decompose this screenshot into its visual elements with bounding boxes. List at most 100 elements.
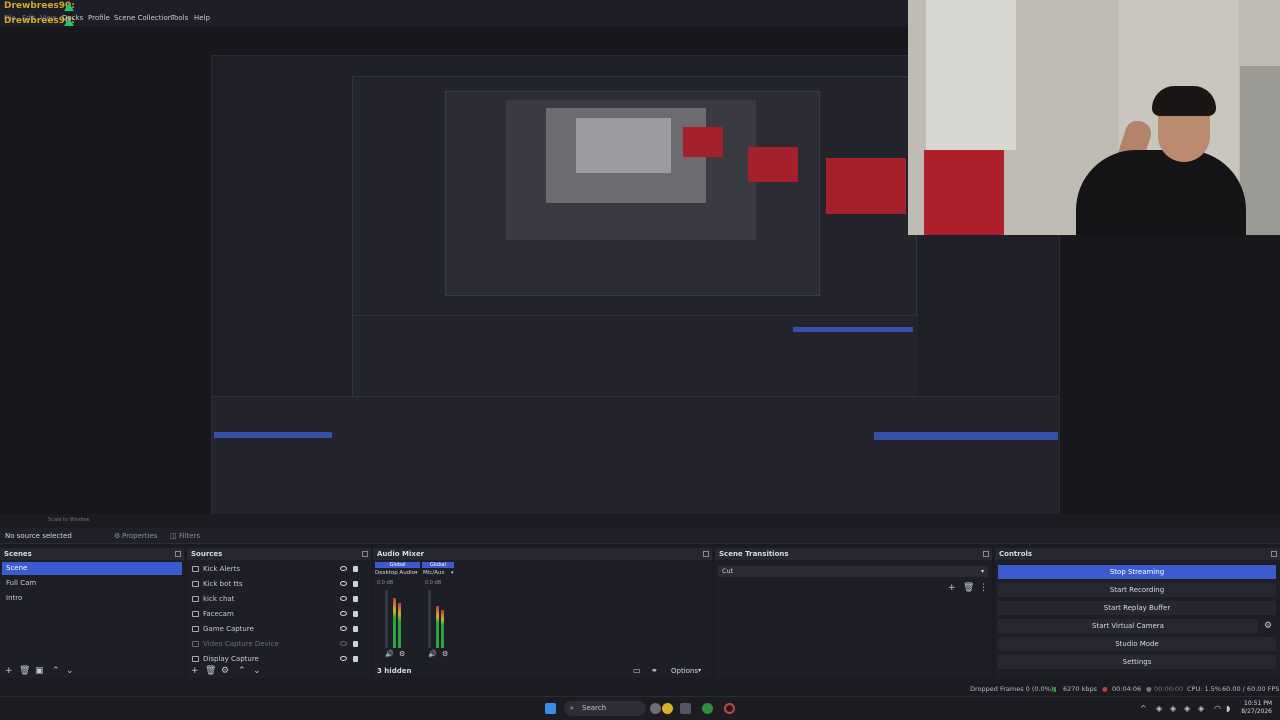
file-explorer-icon[interactable]: [680, 703, 691, 714]
scene-filters-icon[interactable]: ▣: [35, 666, 44, 676]
source-item[interactable]: Facecam: [189, 608, 369, 621]
dock-float-icon[interactable]: [983, 551, 989, 557]
remove-source-icon[interactable]: 🗑: [205, 666, 216, 676]
more-options-icon[interactable]: ⋮: [979, 583, 988, 593]
virtual-camera-gear-icon[interactable]: ⚙: [1264, 621, 1272, 631]
add-transition-icon[interactable]: +: [948, 583, 956, 593]
chevron-down-icon[interactable]: ▾: [451, 570, 454, 576]
wifi-icon[interactable]: ◠: [1214, 704, 1221, 713]
dock-float-icon[interactable]: [362, 551, 368, 557]
channel-global-badge[interactable]: Global: [422, 562, 454, 568]
add-source-icon[interactable]: +: [191, 666, 199, 676]
studio-mode-button[interactable]: Studio Mode: [998, 637, 1276, 651]
chrome-icon[interactable]: [702, 703, 713, 714]
dock-float-icon[interactable]: [703, 551, 709, 557]
start-recording-button[interactable]: Start Recording: [998, 583, 1276, 597]
link-icon[interactable]: ⚭: [651, 666, 658, 675]
scene-item-scene[interactable]: Scene: [2, 562, 182, 575]
app-icon[interactable]: [662, 703, 673, 714]
volume-slider[interactable]: [385, 590, 388, 648]
visibility-eye-icon[interactable]: [340, 581, 347, 586]
tray-icon[interactable]: ◈: [1198, 704, 1204, 713]
visibility-eye-icon[interactable]: [340, 656, 347, 661]
taskbar-search[interactable]: ⌕ Search: [564, 701, 646, 716]
start-virtual-camera-button[interactable]: Start Virtual Camera: [998, 619, 1258, 633]
lock-icon[interactable]: [353, 611, 358, 617]
dropped-frames: Dropped Frames 0 (0.0%): [970, 685, 1054, 693]
visibility-hidden-icon[interactable]: [340, 641, 347, 646]
source-item[interactable]: kick chat: [189, 593, 369, 606]
stop-streaming-button[interactable]: Stop Streaming: [998, 565, 1276, 579]
move-down-icon[interactable]: ⌄: [66, 666, 74, 676]
clock[interactable]: 10:51 PM 8/27/2026: [1241, 700, 1272, 716]
dock-float-icon[interactable]: [1271, 551, 1277, 557]
settings-button[interactable]: Settings: [998, 655, 1276, 669]
gear-icon[interactable]: ⚙: [399, 650, 405, 658]
remove-transition-icon[interactable]: 🗑: [963, 583, 974, 593]
channel-name[interactable]: Desktop Audio: [375, 570, 415, 576]
lock-icon[interactable]: [353, 626, 358, 632]
channel-name[interactable]: Mic/Aux: [423, 570, 445, 576]
menu-tools[interactable]: Tools: [171, 14, 188, 22]
menu-help[interactable]: Help: [194, 14, 210, 22]
speaker-icon[interactable]: 🔊: [428, 650, 437, 658]
dock-float-icon[interactable]: [175, 551, 181, 557]
volume-slider[interactable]: [428, 590, 431, 648]
remove-scene-icon[interactable]: 🗑: [19, 666, 30, 676]
menu-view[interactable]: View: [40, 14, 57, 22]
chevron-down-icon[interactable]: ▾: [415, 570, 418, 576]
menu-docks[interactable]: Docks: [62, 14, 83, 22]
volume-icon[interactable]: ◗: [1226, 704, 1230, 713]
filters-button[interactable]: Filters: [179, 532, 200, 540]
tray-icon[interactable]: ◈: [1184, 704, 1190, 713]
transition-select[interactable]: Cut ▾: [718, 566, 988, 577]
start-replay-buffer-button[interactable]: Start Replay Buffer: [998, 601, 1276, 615]
windows-start-icon[interactable]: [545, 703, 556, 714]
chevron-down-icon[interactable]: ▾: [698, 667, 701, 674]
lock-icon[interactable]: [353, 581, 358, 587]
browser-source-icon: [192, 566, 199, 572]
source-item[interactable]: Game Capture: [189, 623, 369, 636]
gear-icon[interactable]: ⚙: [114, 532, 120, 540]
tray-icon[interactable]: ◈: [1170, 704, 1176, 713]
visibility-eye-icon[interactable]: [340, 566, 347, 571]
menu-profile[interactable]: Profile: [88, 14, 110, 22]
scale-label[interactable]: Scale to Window: [48, 517, 89, 523]
source-item[interactable]: Kick Alerts: [189, 563, 369, 576]
menu-file[interactable]: File: [4, 14, 16, 22]
scene-item-full-cam[interactable]: Full Cam: [2, 577, 182, 590]
lock-icon[interactable]: [353, 656, 358, 662]
obs-icon[interactable]: [724, 703, 735, 714]
source-item[interactable]: Video Capture Device: [189, 638, 369, 651]
gear-icon[interactable]: ⚙: [442, 650, 448, 658]
source-properties-gear-icon[interactable]: ⚙: [221, 666, 229, 676]
filter-icon[interactable]: ◫: [170, 532, 177, 540]
add-scene-icon[interactable]: +: [5, 666, 13, 676]
scene-item-intro[interactable]: Intro: [2, 592, 182, 605]
recursive-preview-level4: [506, 100, 756, 240]
visibility-eye-icon[interactable]: [340, 626, 347, 631]
channel-global-badge[interactable]: Global: [375, 562, 420, 568]
move-up-icon[interactable]: ⌃: [52, 666, 60, 676]
tray-icon[interactable]: ◈: [1156, 704, 1162, 713]
visibility-eye-icon[interactable]: [340, 611, 347, 616]
browser-source-icon: [192, 596, 199, 602]
speaker-icon[interactable]: 🔊: [385, 650, 394, 658]
move-up-icon[interactable]: ⌃: [238, 666, 246, 676]
mixer-layout-icon[interactable]: ▭: [633, 666, 641, 675]
properties-button[interactable]: Properties: [122, 532, 157, 540]
lock-icon[interactable]: [353, 566, 358, 572]
source-item[interactable]: Display Capture: [189, 653, 369, 666]
move-down-icon[interactable]: ⌄: [253, 666, 261, 676]
lock-icon[interactable]: [353, 641, 358, 647]
menu-edit[interactable]: Edit: [22, 14, 36, 22]
lock-icon[interactable]: [353, 596, 358, 602]
hidden-count[interactable]: 3 hidden: [377, 667, 411, 675]
options-button[interactable]: Options: [671, 667, 698, 675]
search-icon: ⌕: [570, 704, 574, 712]
visibility-eye-icon[interactable]: [340, 596, 347, 601]
menu-scene-collection[interactable]: Scene Collection: [114, 14, 172, 22]
chevron-up-icon[interactable]: ^: [1140, 704, 1147, 713]
app-icon[interactable]: [650, 703, 661, 714]
source-item[interactable]: Kick bot tts: [189, 578, 369, 591]
